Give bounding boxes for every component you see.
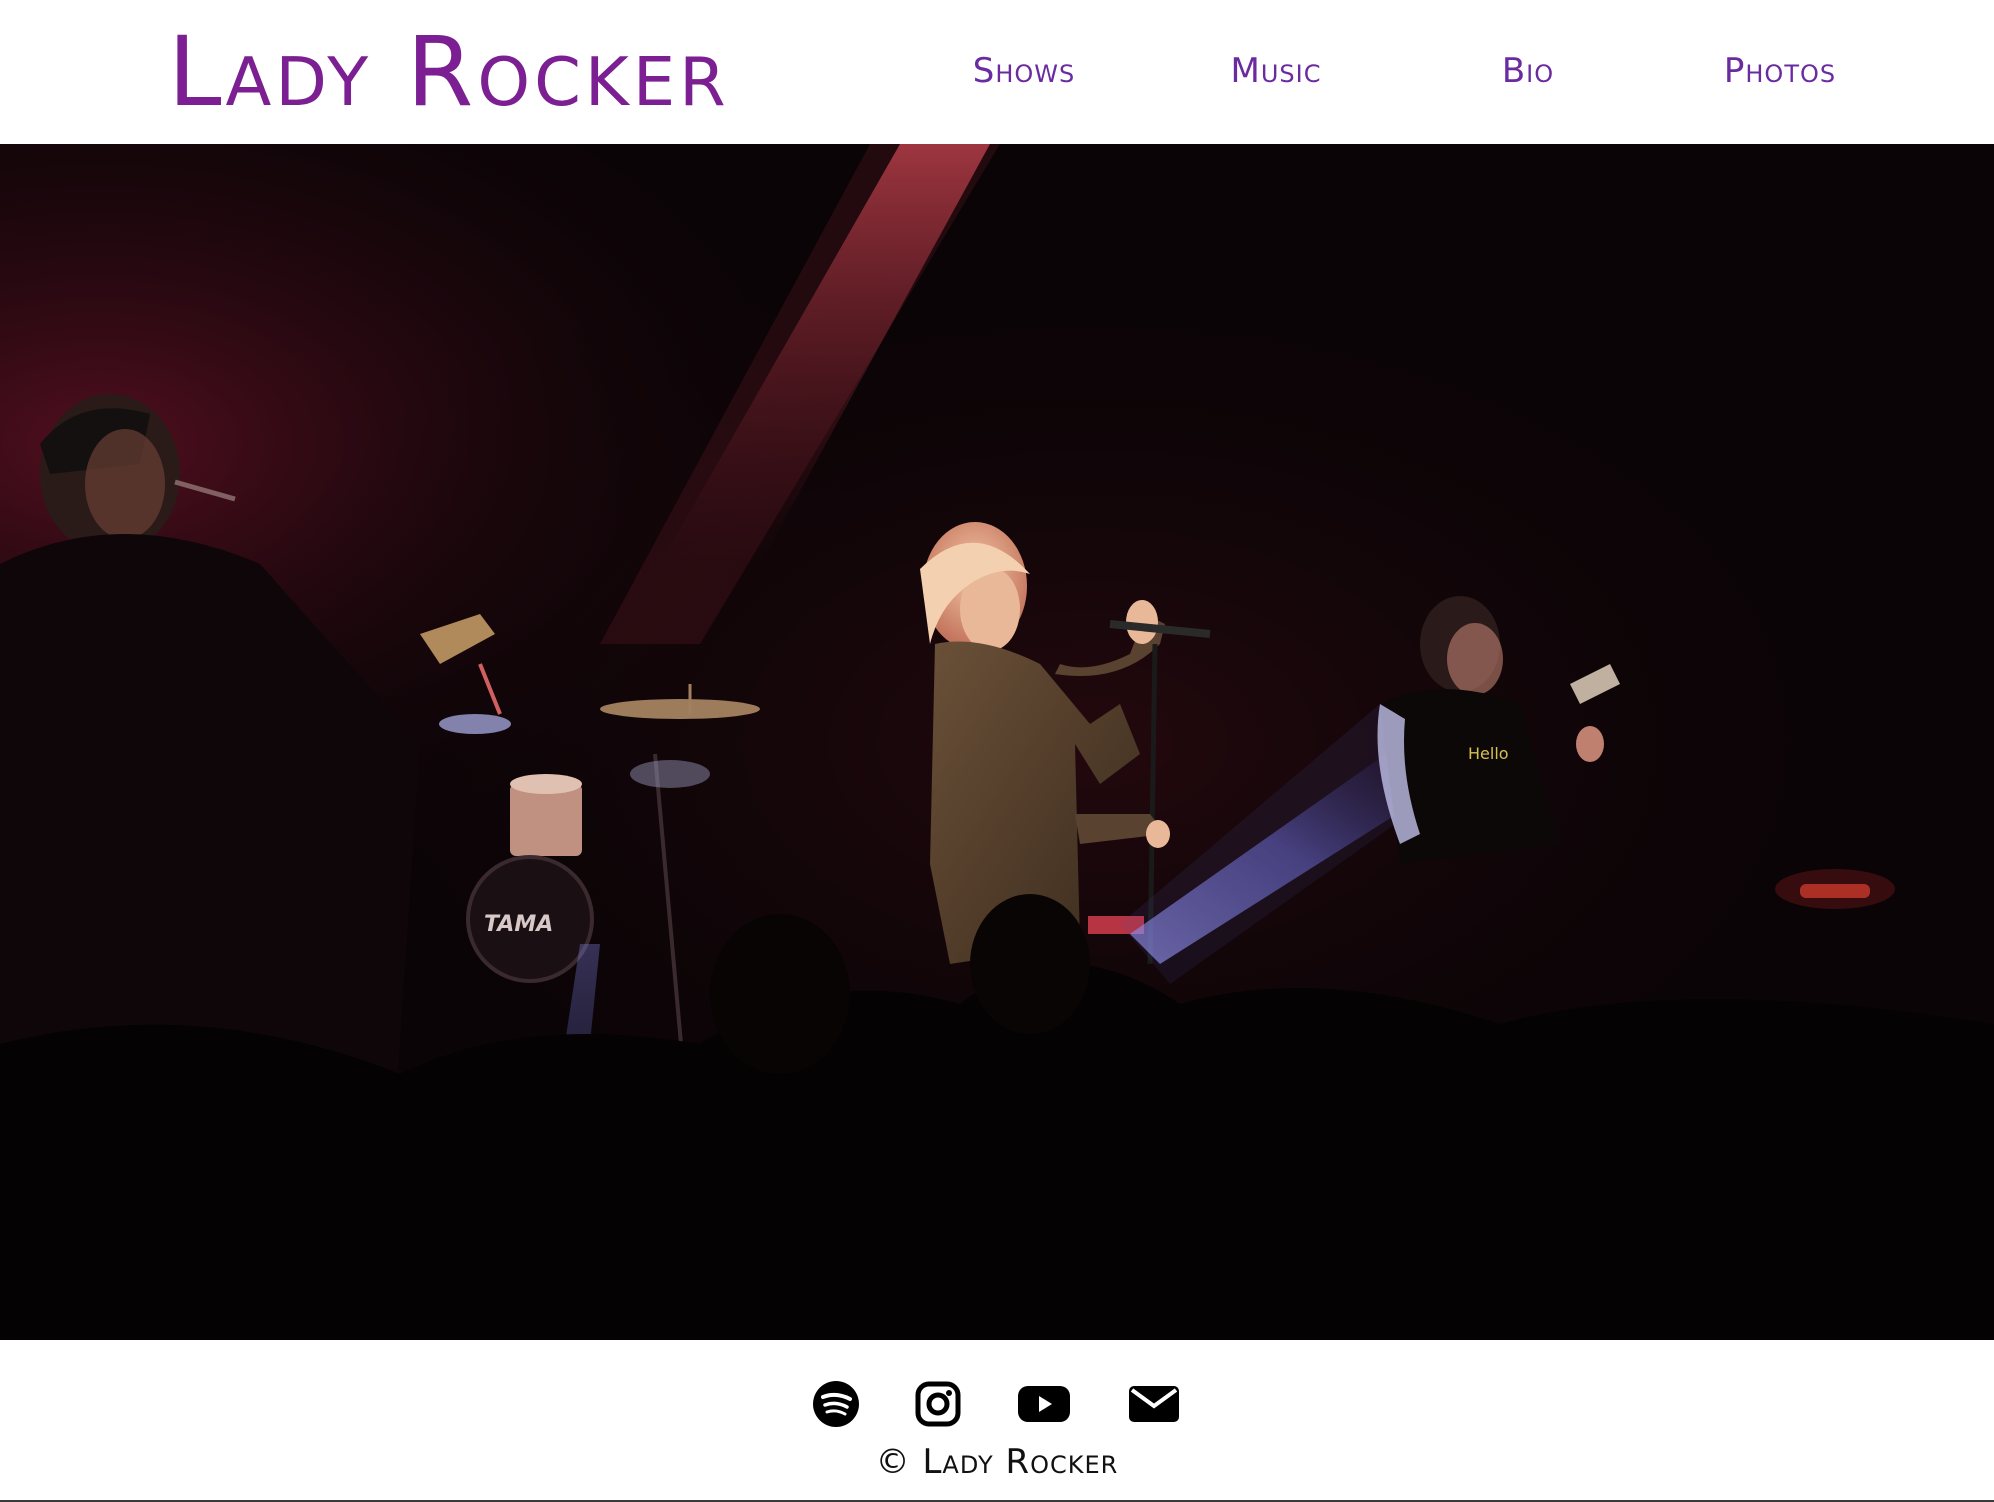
hero-concert-photo: TAMA Hello [0, 144, 1994, 1340]
instagram-link[interactable] [908, 1374, 968, 1434]
svg-text:Hello: Hello [1468, 744, 1509, 763]
instagram-icon [915, 1381, 961, 1427]
spotify-link[interactable] [806, 1374, 866, 1434]
concert-stage-illustration: TAMA Hello [0, 144, 1994, 1340]
youtube-icon [1018, 1386, 1070, 1422]
nav-bio[interactable]: Bio [1418, 46, 1638, 96]
spotify-icon [813, 1381, 859, 1427]
nav-music[interactable]: Music [1166, 46, 1386, 96]
svg-text:TAMA: TAMA [484, 912, 553, 937]
email-icon [1129, 1386, 1179, 1422]
nav-shows[interactable]: Shows [914, 46, 1134, 96]
page: Lady Rocker Shows Music Bio Photos TAMA … [0, 0, 1994, 1502]
main-nav: Shows Music Bio Photos [0, 46, 1994, 96]
site-footer: © Lady Rocker [0, 1340, 1994, 1502]
email-link[interactable] [1124, 1374, 1184, 1434]
youtube-link[interactable] [1014, 1374, 1074, 1434]
site-header: Lady Rocker Shows Music Bio Photos [0, 0, 1994, 144]
nav-photos[interactable]: Photos [1670, 46, 1890, 96]
copyright-text: © Lady Rocker [875, 1442, 1119, 1482]
